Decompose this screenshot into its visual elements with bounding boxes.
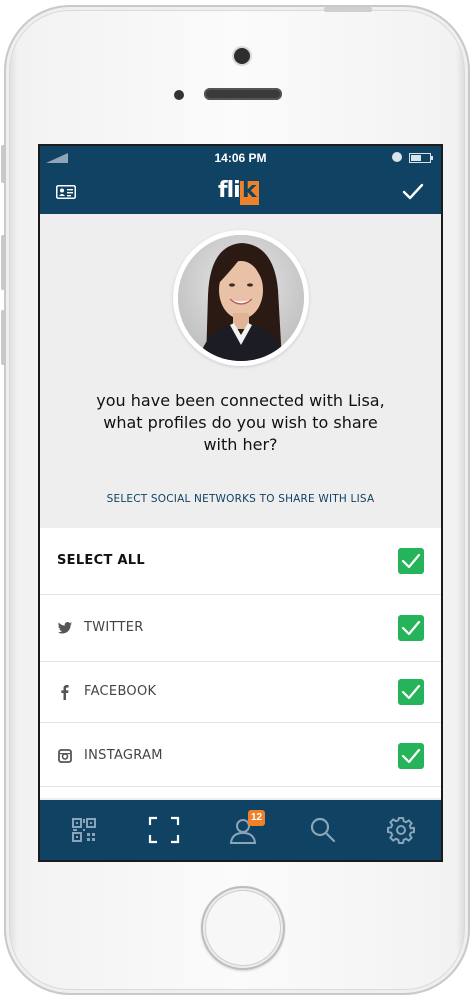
battery-icon bbox=[409, 153, 433, 163]
scan-frame-icon bbox=[148, 816, 180, 844]
tab-bar: 12 bbox=[40, 800, 441, 860]
checkmark-icon bbox=[401, 553, 421, 569]
contacts-badge: 12 bbox=[248, 810, 265, 826]
instagram-label: INSTAGRAM bbox=[84, 748, 163, 763]
facebook-icon bbox=[61, 685, 69, 700]
checkmark-icon bbox=[401, 684, 421, 700]
connection-panel: you have been connected with Lisa, what … bbox=[40, 214, 441, 528]
alarm-icon bbox=[392, 152, 402, 162]
message-line-1: you have been connected with Lisa, bbox=[96, 391, 385, 410]
tab-scan[interactable] bbox=[123, 800, 203, 860]
facebook-checkbox[interactable] bbox=[398, 679, 424, 705]
network-row-instagram[interactable]: INSTAGRAM bbox=[40, 723, 441, 787]
network-list: SELECT ALL TWITTER FACEBOOK INSTAGRAM bbox=[40, 528, 441, 798]
app-logo: fli k bbox=[218, 178, 264, 208]
checkmark-icon[interactable] bbox=[402, 183, 424, 201]
status-bar: 14:06 PM bbox=[40, 146, 441, 170]
logo-accent-letter: k bbox=[242, 178, 257, 203]
volume-down-button bbox=[1, 310, 6, 365]
checkmark-icon bbox=[401, 748, 421, 764]
contact-card-icon[interactable] bbox=[56, 185, 76, 199]
connection-message: you have been connected with Lisa, what … bbox=[80, 390, 401, 456]
select-all-checkbox[interactable] bbox=[398, 548, 424, 574]
nav-bar: fli k bbox=[40, 170, 441, 214]
select-all-label: SELECT ALL bbox=[57, 553, 145, 568]
qr-code-icon bbox=[72, 818, 96, 842]
settings-gear-icon bbox=[387, 817, 415, 844]
network-row-twitter[interactable]: TWITTER bbox=[40, 595, 441, 662]
instagram-icon bbox=[58, 749, 72, 763]
volume-up-button bbox=[1, 235, 6, 290]
share-subheading: SELECT SOCIAL NETWORKS TO SHARE WITH LIS… bbox=[106, 493, 375, 505]
proximity-sensor bbox=[174, 90, 184, 100]
tab-search[interactable] bbox=[283, 800, 363, 860]
checkmark-icon bbox=[401, 620, 421, 636]
profile-photo-illustration bbox=[178, 235, 304, 361]
avatar bbox=[173, 230, 309, 366]
tab-settings[interactable] bbox=[361, 800, 441, 860]
twitter-checkbox[interactable] bbox=[398, 615, 424, 641]
mute-switch bbox=[1, 145, 6, 183]
tab-contacts[interactable] bbox=[203, 800, 283, 860]
message-line-2: what profiles do you wish to share bbox=[103, 413, 378, 432]
home-button[interactable] bbox=[201, 886, 285, 970]
front-camera bbox=[234, 48, 250, 64]
earpiece-speaker bbox=[204, 88, 282, 100]
tab-qr-code[interactable] bbox=[43, 800, 123, 860]
facebook-label: FACEBOOK bbox=[84, 684, 157, 699]
power-button bbox=[324, 7, 372, 12]
network-row-facebook[interactable]: FACEBOOK bbox=[40, 659, 441, 723]
app-screen: 14:06 PM fli k you have been connected w… bbox=[38, 144, 443, 862]
logo-text: fli bbox=[218, 178, 241, 203]
select-all-row[interactable]: SELECT ALL bbox=[40, 528, 441, 595]
instagram-checkbox[interactable] bbox=[398, 743, 424, 769]
status-time: 14:06 PM bbox=[214, 151, 267, 165]
twitter-icon bbox=[58, 622, 72, 634]
logo-accent-block: k bbox=[240, 178, 259, 205]
twitter-label: TWITTER bbox=[84, 620, 144, 635]
profile-photo bbox=[178, 235, 304, 361]
message-line-3: with her? bbox=[203, 435, 278, 454]
search-icon bbox=[310, 817, 336, 843]
